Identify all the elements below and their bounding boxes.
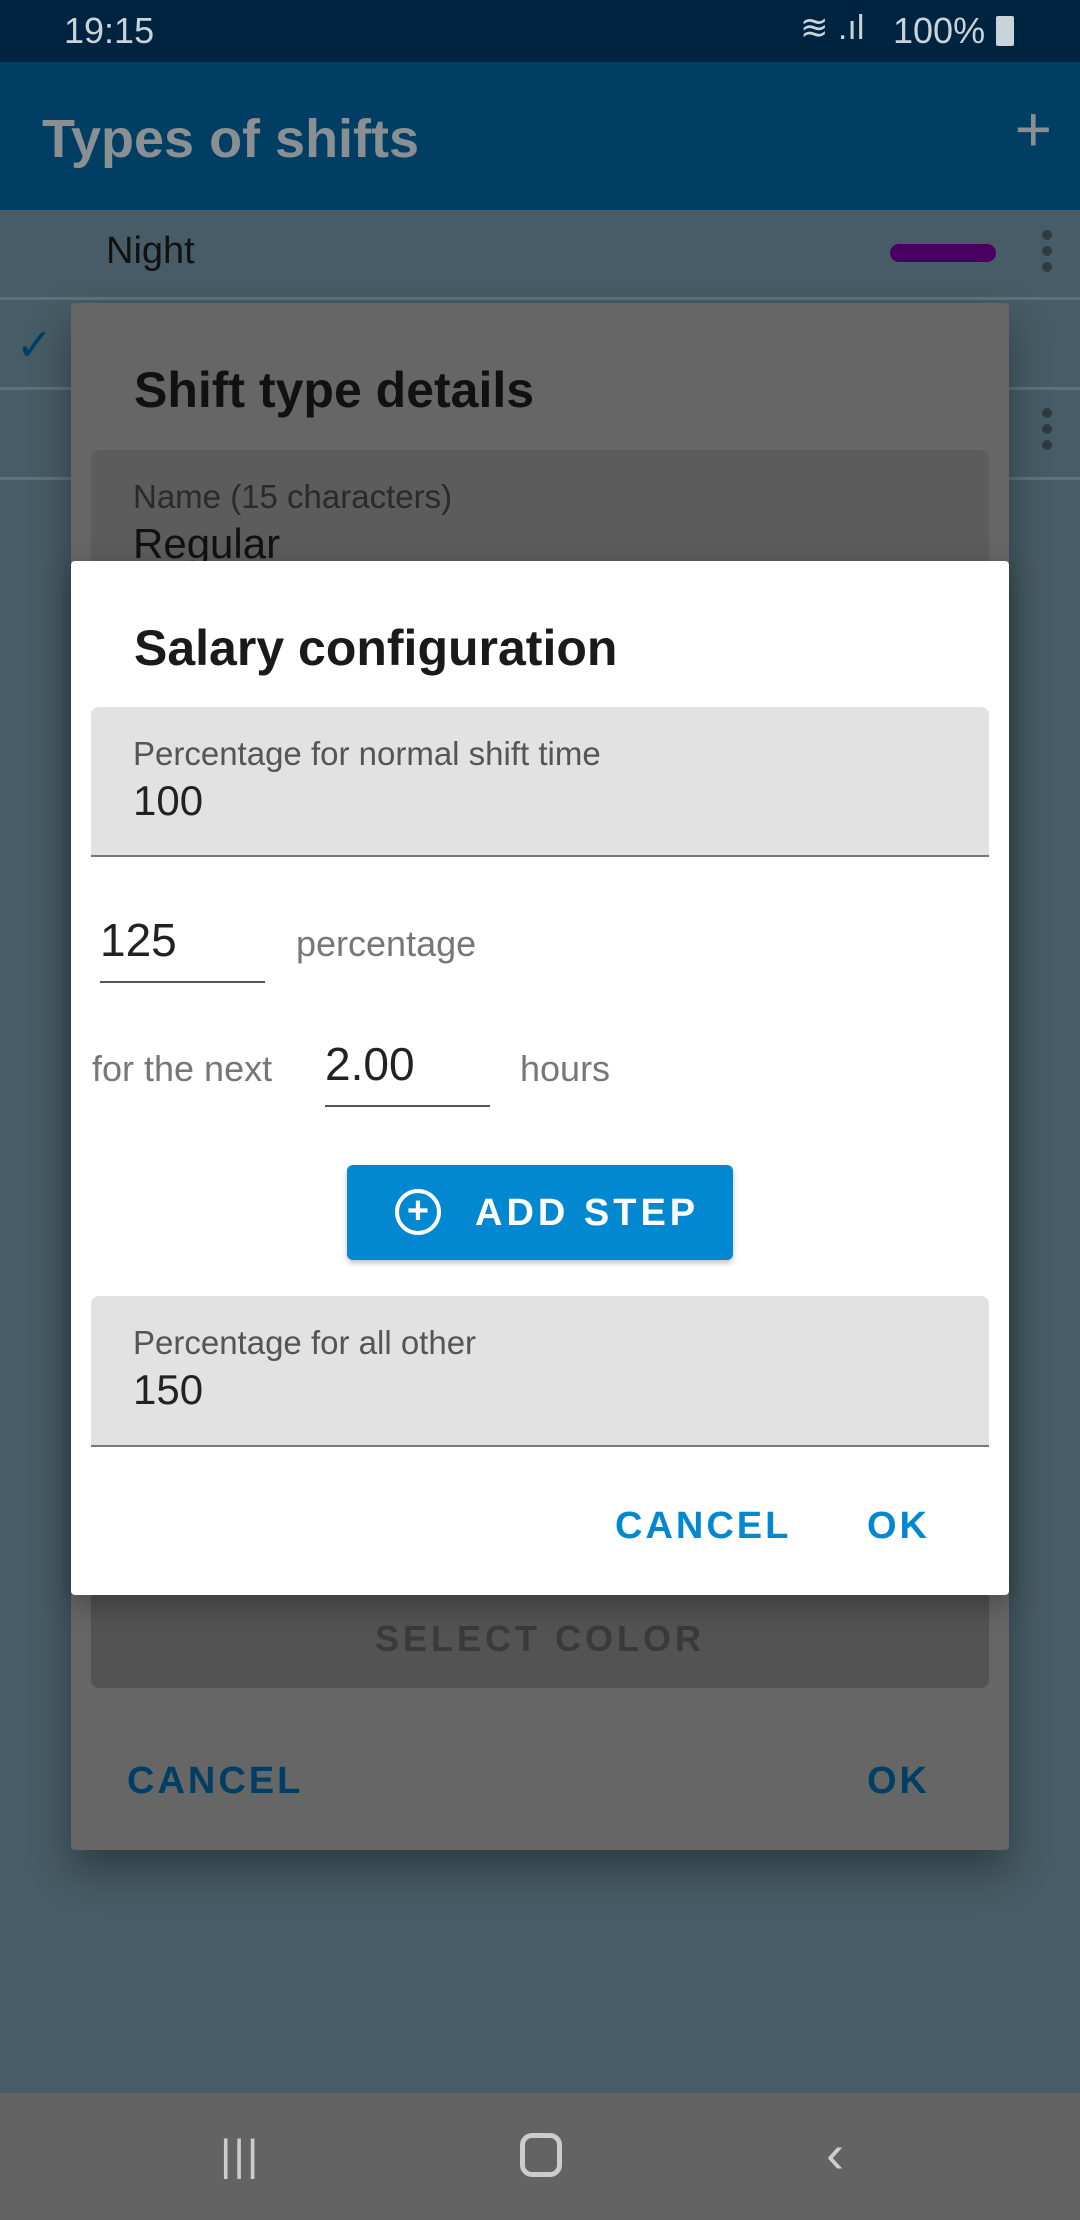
shift-name: Night (106, 230, 195, 272)
more-options-icon[interactable] (1042, 408, 1052, 450)
more-options-icon[interactable] (1042, 230, 1052, 272)
salary-configuration-dialog: Salary configuration Percentage for norm… (71, 561, 1009, 1595)
plus-icon[interactable]: + (1015, 92, 1052, 166)
other-percentage-field[interactable]: Percentage for all other 150 (91, 1296, 989, 1447)
field-label: Percentage for normal shift time (133, 735, 601, 772)
add-step-label: ADD STEP (475, 1192, 700, 1234)
recent-apps-icon[interactable]: ||| (220, 2131, 260, 2181)
step-hours-input[interactable]: 2.00 (325, 1037, 490, 1107)
field-value: 100 (133, 777, 204, 824)
check-icon: ✓ (16, 321, 53, 370)
select-color-button[interactable]: SELECT COLOR (91, 1590, 989, 1688)
normal-percentage-field[interactable]: Percentage for normal shift time 100 (91, 707, 989, 857)
add-step-button[interactable]: + ADD STEP (347, 1165, 733, 1260)
field-label: Percentage for all other (133, 1324, 477, 1361)
percentage-unit-label: percentage (296, 923, 477, 964)
dialog-title: Shift type details (134, 362, 535, 418)
field-value: 150 (133, 1366, 204, 1413)
clock: 19:15 (64, 10, 155, 51)
list-item[interactable]: Night (0, 210, 1080, 300)
dialog-title: Salary configuration (134, 620, 618, 676)
page-title: Types of shifts (42, 109, 420, 169)
cancel-button[interactable]: CANCEL (615, 1505, 791, 1548)
app-bar: Types of shifts + (0, 62, 1080, 210)
ok-button[interactable]: OK (867, 1760, 930, 1803)
status-bar: 19:15 ≋ .ıl 100% (0, 0, 1080, 62)
step-percentage-input[interactable]: 125 (100, 913, 265, 983)
navigation-bar: ||| ‹ (0, 2093, 1080, 2220)
ok-button[interactable]: OK (867, 1505, 930, 1548)
wifi-signal-icon: ≋ .ıl (800, 9, 865, 47)
battery-icon (996, 16, 1014, 46)
home-icon[interactable] (520, 2133, 562, 2177)
for-the-next-label: for the next (92, 1048, 273, 1089)
hours-unit-label: hours (520, 1048, 611, 1089)
name-label: Name (15 characters) (133, 478, 453, 515)
cancel-button[interactable]: CANCEL (127, 1760, 303, 1803)
back-icon[interactable]: ‹ (826, 2123, 844, 2185)
plus-circle-icon: + (395, 1189, 441, 1235)
battery-level: 100% (893, 10, 986, 51)
color-swatch (890, 244, 996, 262)
